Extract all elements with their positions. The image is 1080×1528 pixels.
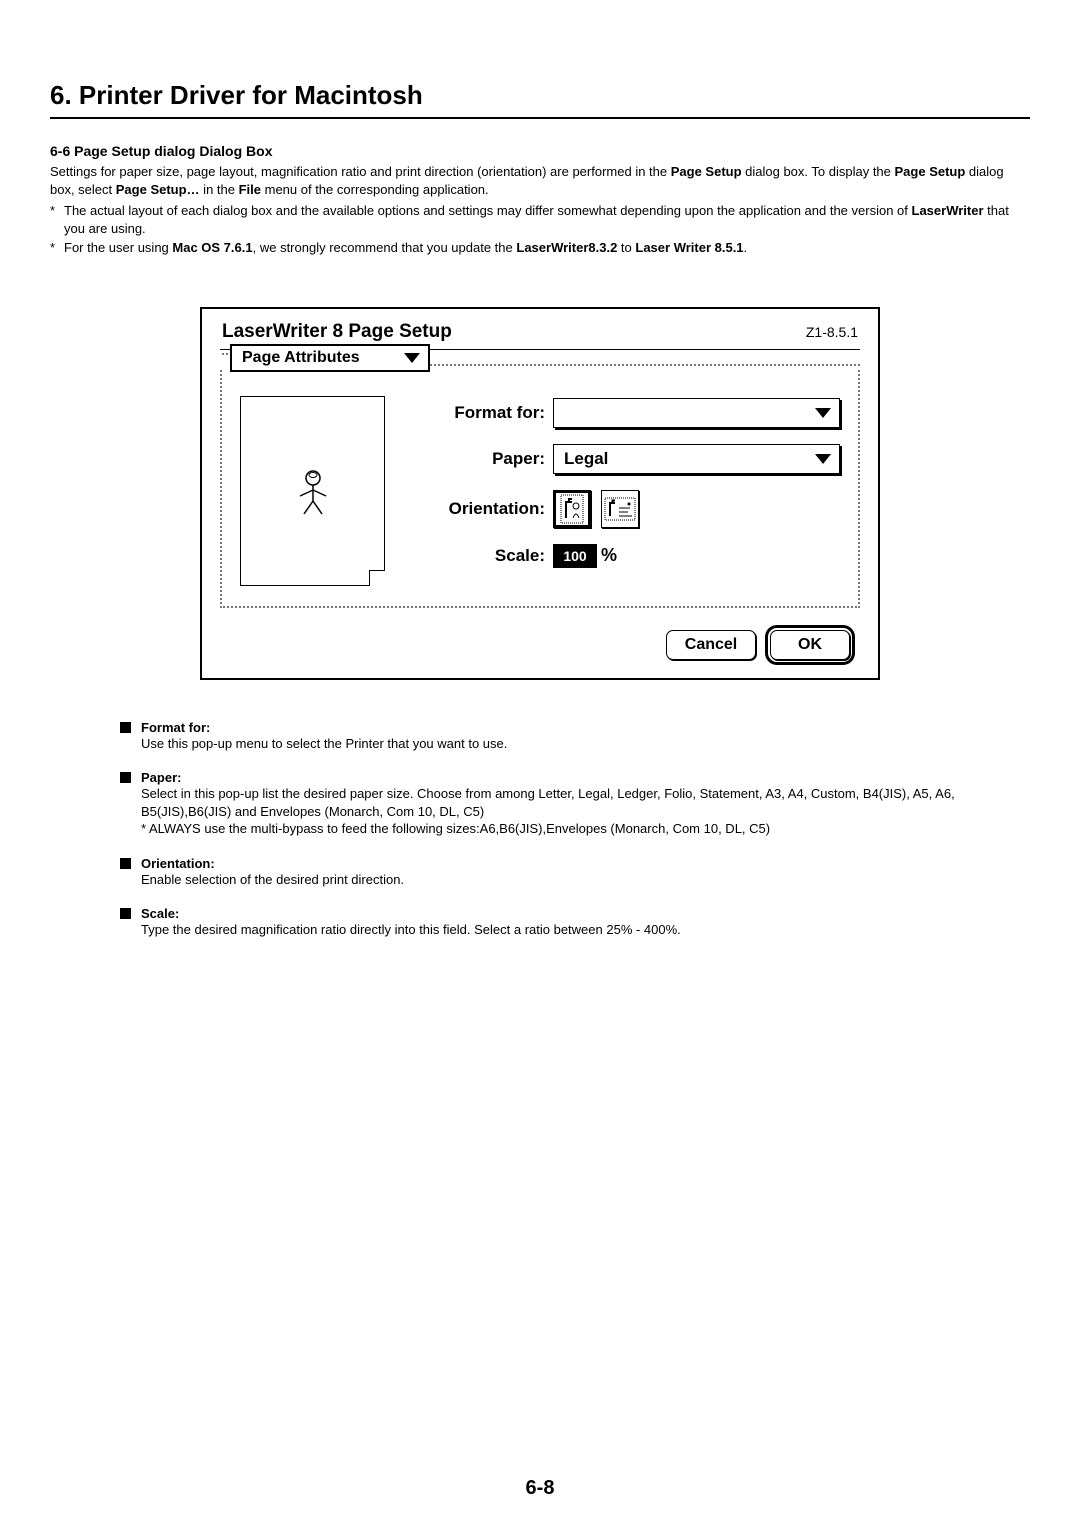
definition-item: Paper: Select in this pop-up list the de… — [120, 770, 1010, 838]
chapter-title: 6. Printer Driver for Macintosh — [50, 80, 1030, 119]
chevron-down-icon — [815, 454, 831, 464]
format-for-popup[interactable] — [553, 398, 840, 428]
intro-paragraph: Settings for paper size, page layout, ma… — [50, 163, 1030, 198]
orientation-portrait-button[interactable] — [553, 490, 591, 528]
note-text: to — [617, 240, 635, 255]
ok-button[interactable]: OK — [770, 630, 850, 660]
dotted-divider — [430, 364, 860, 366]
paper-value: Legal — [564, 449, 608, 469]
note-text: The actual layout of each dialog box and… — [64, 203, 912, 218]
dialog-version: Z1-8.5.1 — [806, 324, 858, 340]
intro-bold: Page Setup — [671, 164, 742, 179]
page-setup-dialog: LaserWriter 8 Page Setup Z1-8.5.1 Page A… — [200, 307, 880, 680]
scale-input[interactable]: 100 — [553, 544, 597, 568]
note-bold: LaserWriter — [912, 203, 984, 218]
definition-title: Paper: — [141, 770, 181, 785]
square-bullet-icon — [120, 772, 131, 783]
definition-item: Scale: Type the desired magnification ra… — [120, 906, 1010, 939]
note-bold: Laser Writer 8.5.1 — [635, 240, 743, 255]
asterisk-icon: * — [50, 239, 64, 257]
landscape-icon — [604, 496, 636, 522]
cancel-button[interactable]: Cancel — [666, 630, 756, 660]
note-bold: LaserWriter8.3.2 — [516, 240, 617, 255]
intro-text: Settings for paper size, page layout, ma… — [50, 164, 671, 179]
section-title: 6-6 Page Setup dialog Dialog Box — [50, 143, 1030, 159]
page-number: 6-8 — [526, 1477, 555, 1500]
dogear-icon — [369, 570, 385, 586]
person-icon — [288, 466, 338, 516]
intro-text: dialog box. To display the — [742, 164, 895, 179]
footnote-2: * For the user using Mac OS 7.6.1, we st… — [50, 239, 1030, 257]
scale-suffix: % — [601, 545, 617, 566]
footnote-1: * The actual layout of each dialog box a… — [50, 202, 1030, 237]
intro-bold: File — [239, 182, 261, 197]
field-definitions: Format for: Use this pop-up menu to sele… — [50, 720, 1030, 939]
definition-title: Scale: — [141, 906, 179, 921]
note-text: . — [744, 240, 748, 255]
definition-title: Orientation: — [141, 856, 215, 871]
scale-label: Scale: — [413, 546, 553, 566]
definition-item: Orientation: Enable selection of the des… — [120, 856, 1010, 889]
intro-bold: Page Setup — [895, 164, 966, 179]
orientation-label: Orientation: — [413, 499, 553, 519]
definition-item: Format for: Use this pop-up menu to sele… — [120, 720, 1010, 753]
note-text: For the user using — [64, 240, 172, 255]
format-for-label: Format for: — [413, 403, 553, 423]
dialog-title: LaserWriter 8 Page Setup — [222, 321, 452, 343]
page-attributes-panel: Format for: Paper: Legal Orientation: — [220, 370, 860, 608]
chevron-down-icon — [404, 353, 420, 363]
definition-body: Select in this pop-up list the desired p… — [120, 785, 1010, 838]
intro-text: in the — [200, 182, 239, 197]
orientation-landscape-button[interactable] — [601, 490, 639, 528]
definition-title: Format for: — [141, 720, 210, 735]
definition-body: Enable selection of the desired print di… — [120, 871, 1010, 889]
intro-bold: Page Setup… — [116, 182, 200, 197]
asterisk-icon: * — [50, 202, 64, 237]
note-text: , we strongly recommend that you update … — [253, 240, 517, 255]
section-popup-label: Page Attributes — [242, 349, 360, 367]
page-preview — [240, 396, 385, 586]
paper-label: Paper: — [413, 449, 553, 469]
paper-popup[interactable]: Legal — [553, 444, 840, 474]
square-bullet-icon — [120, 908, 131, 919]
square-bullet-icon — [120, 858, 131, 869]
note-bold: Mac OS 7.6.1 — [172, 240, 252, 255]
chevron-down-icon — [815, 408, 831, 418]
definition-body: Use this pop-up menu to select the Print… — [120, 735, 1010, 753]
section-popup[interactable]: Page Attributes — [230, 344, 430, 372]
square-bullet-icon — [120, 722, 131, 733]
intro-text: menu of the corresponding application. — [261, 182, 489, 197]
definition-body: Type the desired magnification ratio dir… — [120, 921, 1010, 939]
portrait-icon — [559, 494, 585, 524]
